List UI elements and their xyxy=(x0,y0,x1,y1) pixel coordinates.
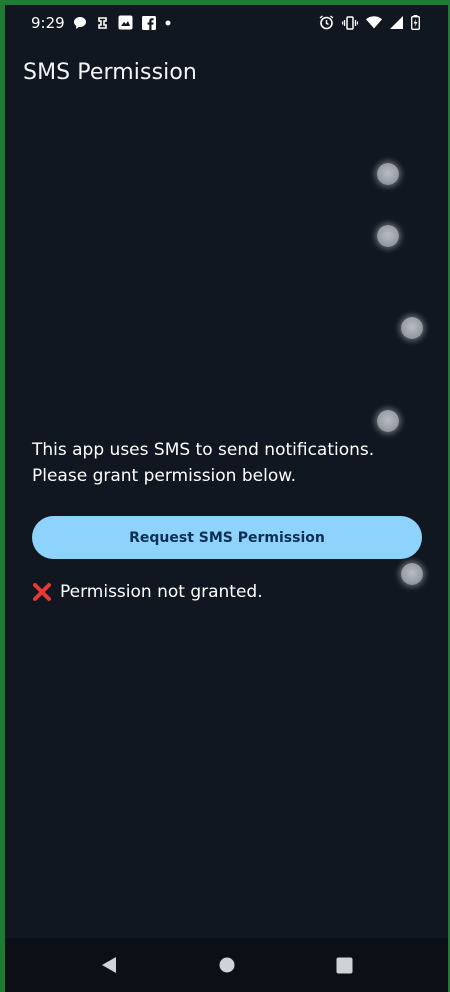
battery-icon xyxy=(411,15,420,30)
permission-status: Permission not granted. xyxy=(32,582,263,602)
explanation-text: This app uses SMS to send notifications.… xyxy=(32,437,402,489)
status-time: 9:29 xyxy=(31,14,65,32)
glow-dot xyxy=(377,410,399,432)
photo-icon xyxy=(118,15,133,30)
vibrate-icon xyxy=(342,15,358,30)
more-dot-icon xyxy=(165,20,171,26)
glow-dot xyxy=(401,317,423,339)
glow-dot xyxy=(377,225,399,247)
home-icon[interactable] xyxy=(217,955,237,975)
page-title: SMS Permission xyxy=(23,60,197,85)
glow-dot xyxy=(401,563,423,585)
explanation-line-2: Please grant permission below. xyxy=(32,466,296,486)
device-screen: 9:29 SMS Permission This app uses SMS to… xyxy=(5,5,448,992)
recents-icon[interactable] xyxy=(334,955,354,975)
alarm-icon xyxy=(319,15,334,30)
puzzle-icon xyxy=(96,16,109,30)
glow-dot xyxy=(377,163,399,185)
system-icons xyxy=(319,15,420,30)
request-sms-permission-button[interactable]: Request SMS Permission xyxy=(32,516,422,559)
permission-status-text: Permission not granted. xyxy=(60,582,263,602)
notification-icons xyxy=(73,15,171,30)
back-icon[interactable] xyxy=(99,955,119,975)
facebook-icon xyxy=(142,15,156,30)
signal-icon xyxy=(390,16,403,29)
explanation-line-1: This app uses SMS to send notifications. xyxy=(32,440,375,460)
status-bar: 9:29 xyxy=(5,5,448,41)
chat-icon xyxy=(73,16,87,30)
cross-mark-icon xyxy=(32,582,52,602)
wifi-icon xyxy=(366,16,382,29)
navigation-bar xyxy=(5,938,448,992)
